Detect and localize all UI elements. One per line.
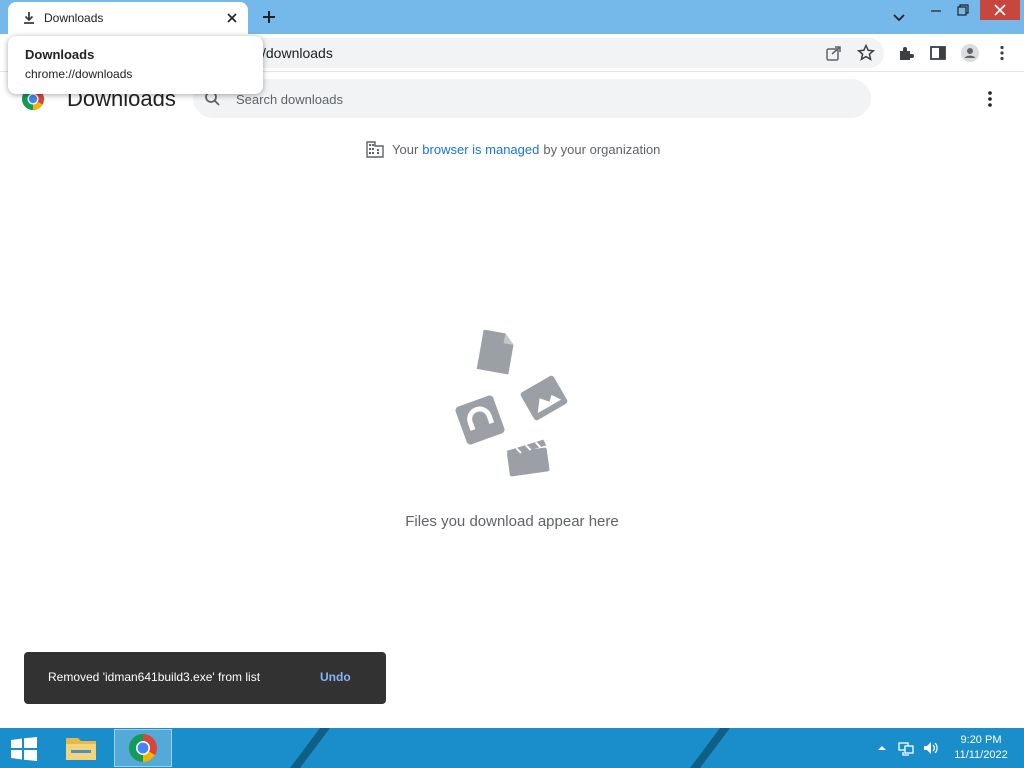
- taskbar-decoration: [290, 728, 330, 768]
- file-explorer-icon[interactable]: [52, 729, 110, 767]
- taskbar-decoration: [690, 728, 730, 768]
- restore-icon[interactable]: [950, 0, 974, 22]
- minimize-icon[interactable]: [924, 0, 948, 22]
- download-icon: [24, 12, 34, 24]
- empty-state-message: Files you download appear here: [405, 513, 619, 530]
- hover-card-url: chrome://downloads: [25, 67, 133, 81]
- side-panel-icon[interactable]: [928, 43, 948, 63]
- managed-prefix: Your: [392, 141, 419, 157]
- more-actions-icon[interactable]: [980, 88, 1000, 110]
- address-bar[interactable]: /downloads: [238, 38, 884, 68]
- chevron-down-icon[interactable]: [888, 8, 910, 26]
- volume-icon[interactable]: [922, 740, 938, 756]
- close-icon[interactable]: [224, 10, 240, 26]
- toast-notification: Removed 'idman641build3.exe' from list U…: [24, 652, 386, 704]
- toast-message: Removed 'idman641build3.exe' from list: [48, 670, 261, 684]
- browser-managed-link[interactable]: browser is managed: [422, 142, 539, 157]
- title-bar: Downloads: [0, 0, 1024, 34]
- hover-card-title: Downloads: [25, 47, 95, 62]
- show-hidden-icons-icon[interactable]: [874, 740, 890, 756]
- tab-downloads[interactable]: Downloads: [8, 2, 248, 34]
- clock-date: 11/11/2022: [954, 749, 1008, 761]
- more-vert-icon[interactable]: [992, 43, 1012, 63]
- taskbar: 9:20 PM 11/11/2022: [0, 728, 1024, 768]
- search-input[interactable]: [236, 89, 836, 109]
- extensions-icon[interactable]: [896, 43, 916, 63]
- search-box: [193, 79, 871, 118]
- clock-time: 9:20 PM: [960, 734, 1002, 746]
- address-bar-url: /downloads: [262, 45, 333, 61]
- managed-suffix: by your organization: [543, 141, 661, 157]
- chrome-icon: [129, 734, 157, 762]
- profile-icon[interactable]: [960, 43, 980, 63]
- audio-icon: [455, 395, 505, 445]
- file-icon: [476, 330, 514, 375]
- tab-hover-card: Downloads chrome://downloads: [8, 36, 263, 94]
- network-icon[interactable]: [898, 740, 914, 756]
- image-icon: [520, 375, 568, 421]
- tab-title: Downloads: [44, 11, 104, 25]
- building-icon: [366, 141, 384, 158]
- system-clock[interactable]: 9:20 PM 11/11/2022: [945, 733, 1017, 763]
- share-icon[interactable]: [824, 43, 844, 63]
- window-close-button[interactable]: [980, 0, 1020, 20]
- plus-icon[interactable]: [260, 8, 278, 26]
- undo-button[interactable]: Undo: [320, 670, 351, 684]
- video-icon: [506, 439, 550, 477]
- managed-notice: Your browser is managed by your organiza…: [366, 140, 660, 158]
- star-icon[interactable]: [856, 43, 876, 63]
- windows-start-icon[interactable]: [10, 737, 38, 761]
- empty-downloads-illustration: [455, 330, 568, 477]
- chrome-taskbar-button[interactable]: [114, 729, 172, 767]
